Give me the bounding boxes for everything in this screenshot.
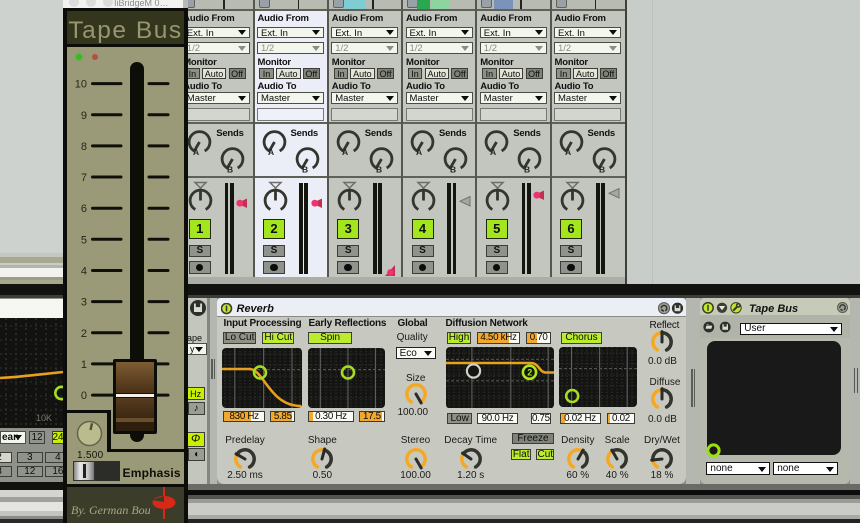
svg-text:5: 5 xyxy=(81,234,87,246)
svg-text:B: B xyxy=(376,165,382,175)
svg-text:B: B xyxy=(450,165,456,175)
svg-text:B: B xyxy=(524,165,530,175)
svg-text:A: A xyxy=(416,147,422,157)
svg-text:2: 2 xyxy=(527,367,532,377)
svg-text:4: 4 xyxy=(81,266,87,278)
svg-text:B: B xyxy=(599,165,605,175)
svg-text:2: 2 xyxy=(81,328,87,340)
svg-text:10K: 10K xyxy=(36,413,52,423)
svg-text:1: 1 xyxy=(81,359,87,371)
svg-text:10: 10 xyxy=(75,79,87,91)
svg-text:A: A xyxy=(268,147,274,157)
svg-text:0: 0 xyxy=(81,390,87,402)
svg-text:A: A xyxy=(193,147,199,157)
svg-text:3: 3 xyxy=(81,297,87,309)
svg-text:A: A xyxy=(490,147,496,157)
svg-text:6: 6 xyxy=(81,203,87,215)
svg-text:B: B xyxy=(302,165,308,175)
svg-text:B: B xyxy=(227,165,233,175)
svg-text:A: A xyxy=(565,147,571,157)
svg-text:8: 8 xyxy=(81,141,87,153)
svg-text:A: A xyxy=(342,147,348,157)
svg-text:7: 7 xyxy=(81,172,87,184)
svg-text:9: 9 xyxy=(81,110,87,122)
